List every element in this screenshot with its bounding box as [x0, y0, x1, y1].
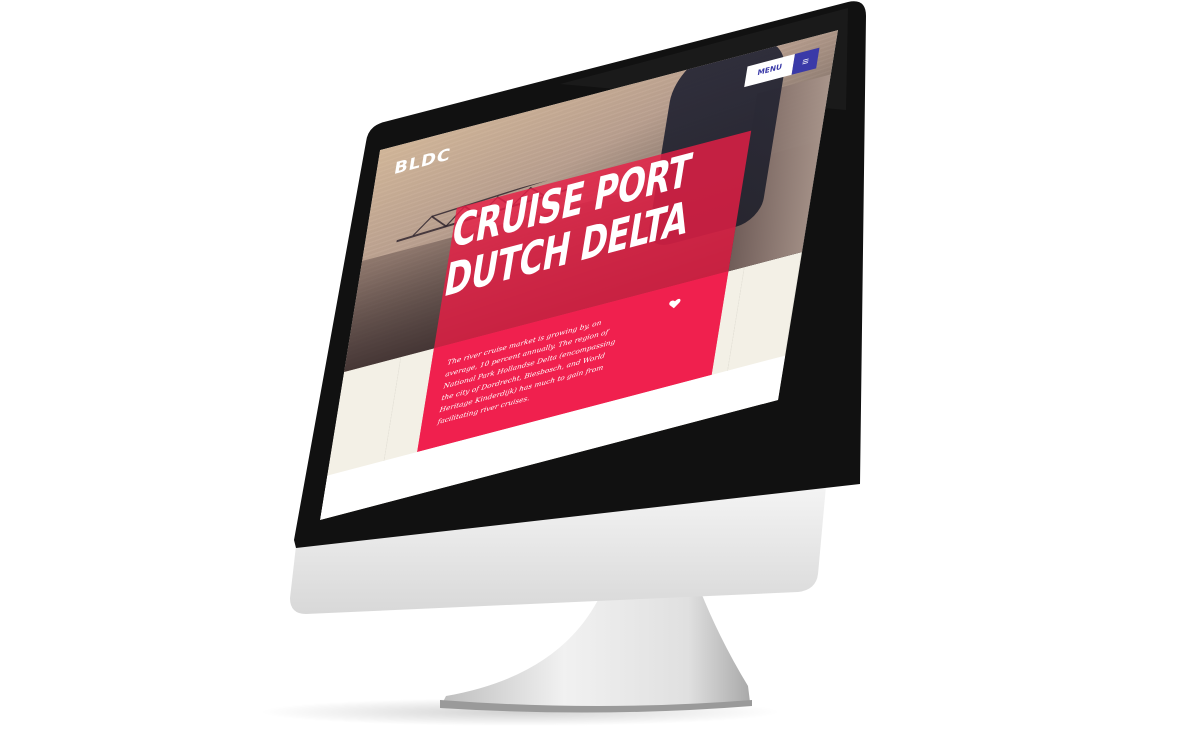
device-mockup: BLDC MENU ≡ CRUISE PORT DUTCH DELTA The … [0, 0, 1200, 736]
monitor-stand [440, 590, 750, 710]
